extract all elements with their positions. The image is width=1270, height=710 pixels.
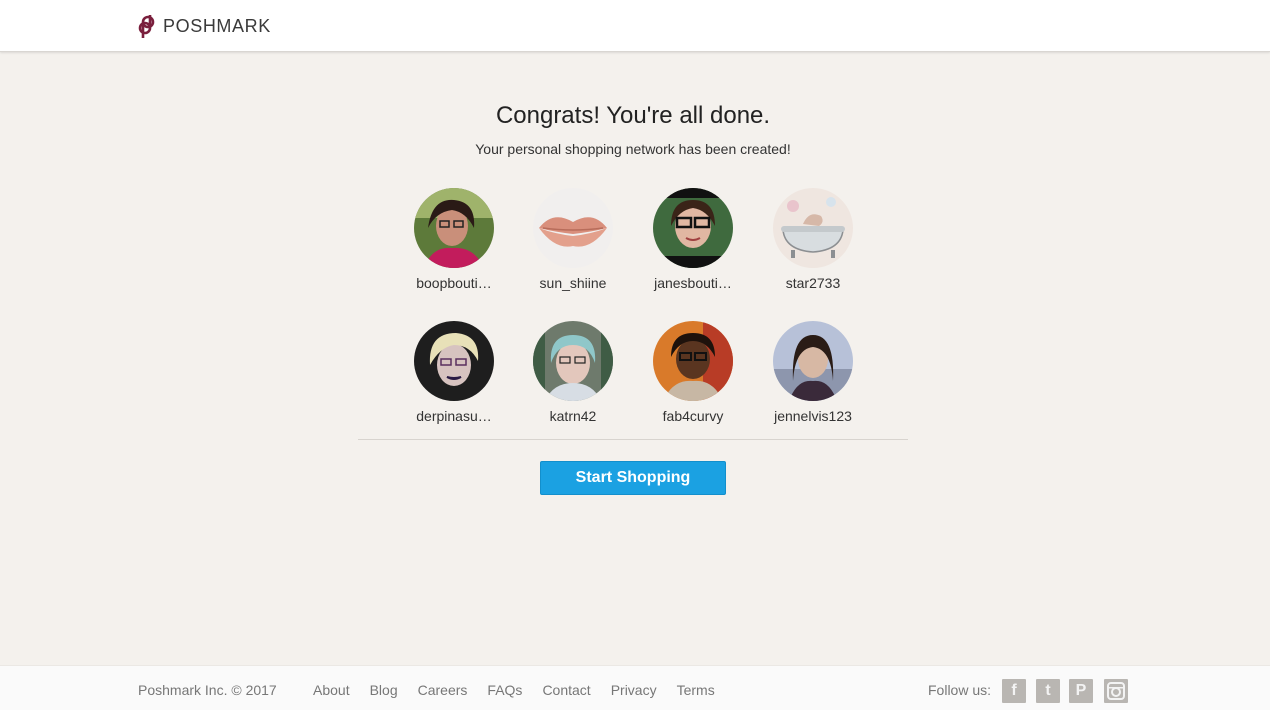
footer-link-contact[interactable]: Contact (542, 682, 590, 698)
page-subtitle: Your personal shopping network has been … (475, 141, 791, 157)
brand-name: POSHMARK (163, 15, 271, 36)
footer-link-careers[interactable]: Careers (418, 682, 468, 698)
username[interactable]: janesbouti… (633, 275, 753, 291)
avatar-icon[interactable] (653, 188, 733, 268)
pinterest-glyph: P (1075, 682, 1087, 699)
facebook-icon[interactable]: f (1002, 679, 1026, 703)
copyright: Poshmark Inc. © 2017 (138, 682, 277, 698)
avatar-icon[interactable] (533, 321, 613, 401)
instagram-glyph (1107, 682, 1125, 700)
start-shopping-button[interactable]: Start Shopping (540, 461, 726, 495)
footer-link-faqs[interactable]: FAQs (487, 682, 522, 698)
instagram-icon[interactable] (1104, 679, 1128, 703)
user-card[interactable]: jennelvis123 (753, 321, 873, 424)
username[interactable]: fab4curvy (633, 408, 753, 424)
avatar-icon[interactable] (653, 321, 733, 401)
footer-link-blog[interactable]: Blog (370, 682, 398, 698)
twitter-glyph: t (1045, 682, 1051, 699)
footer-link-privacy[interactable]: Privacy (611, 682, 657, 698)
site-footer: Poshmark Inc. © 2017 About Blog Careers … (0, 665, 1270, 710)
facebook-glyph: f (1011, 682, 1017, 699)
username[interactable]: jennelvis123 (753, 408, 873, 424)
user-card[interactable]: sun_shiine (513, 188, 633, 291)
avatar-icon[interactable] (533, 188, 613, 268)
poshmark-logo-icon (138, 15, 155, 38)
user-card[interactable]: janesbouti… (633, 188, 753, 291)
footer-nav: About Blog Careers FAQs Contact Privacy … (313, 682, 735, 698)
page-title: Congrats! You're all done. (495, 102, 771, 129)
avatar-icon[interactable] (414, 321, 494, 401)
follow-us-label: Follow us: (928, 682, 992, 698)
footer-link-terms[interactable]: Terms (677, 682, 715, 698)
avatar-icon[interactable] (773, 321, 853, 401)
divider (358, 439, 908, 440)
username[interactable]: sun_shiine (513, 275, 633, 291)
footer-link-about[interactable]: About (313, 682, 350, 698)
pinterest-icon[interactable]: P (1069, 679, 1093, 703)
username[interactable]: katrn42 (513, 408, 633, 424)
main-content: Congrats! You're all done. Your personal… (0, 52, 1270, 665)
twitter-icon[interactable]: t (1036, 679, 1060, 703)
user-card[interactable]: boopbouti… (394, 188, 514, 291)
user-card[interactable]: fab4curvy (633, 321, 753, 424)
user-card[interactable]: star2733 (753, 188, 873, 291)
username[interactable]: derpinasu… (394, 408, 514, 424)
username[interactable]: boopbouti… (394, 275, 514, 291)
avatar-icon[interactable] (773, 188, 853, 268)
site-header: POSHMARK (0, 0, 1270, 52)
poshmark-logo[interactable]: POSHMARK (137, 12, 271, 40)
avatar-icon[interactable] (414, 188, 494, 268)
user-card[interactable]: derpinasu… (394, 321, 514, 424)
username[interactable]: star2733 (753, 275, 873, 291)
user-card[interactable]: katrn42 (513, 321, 633, 424)
